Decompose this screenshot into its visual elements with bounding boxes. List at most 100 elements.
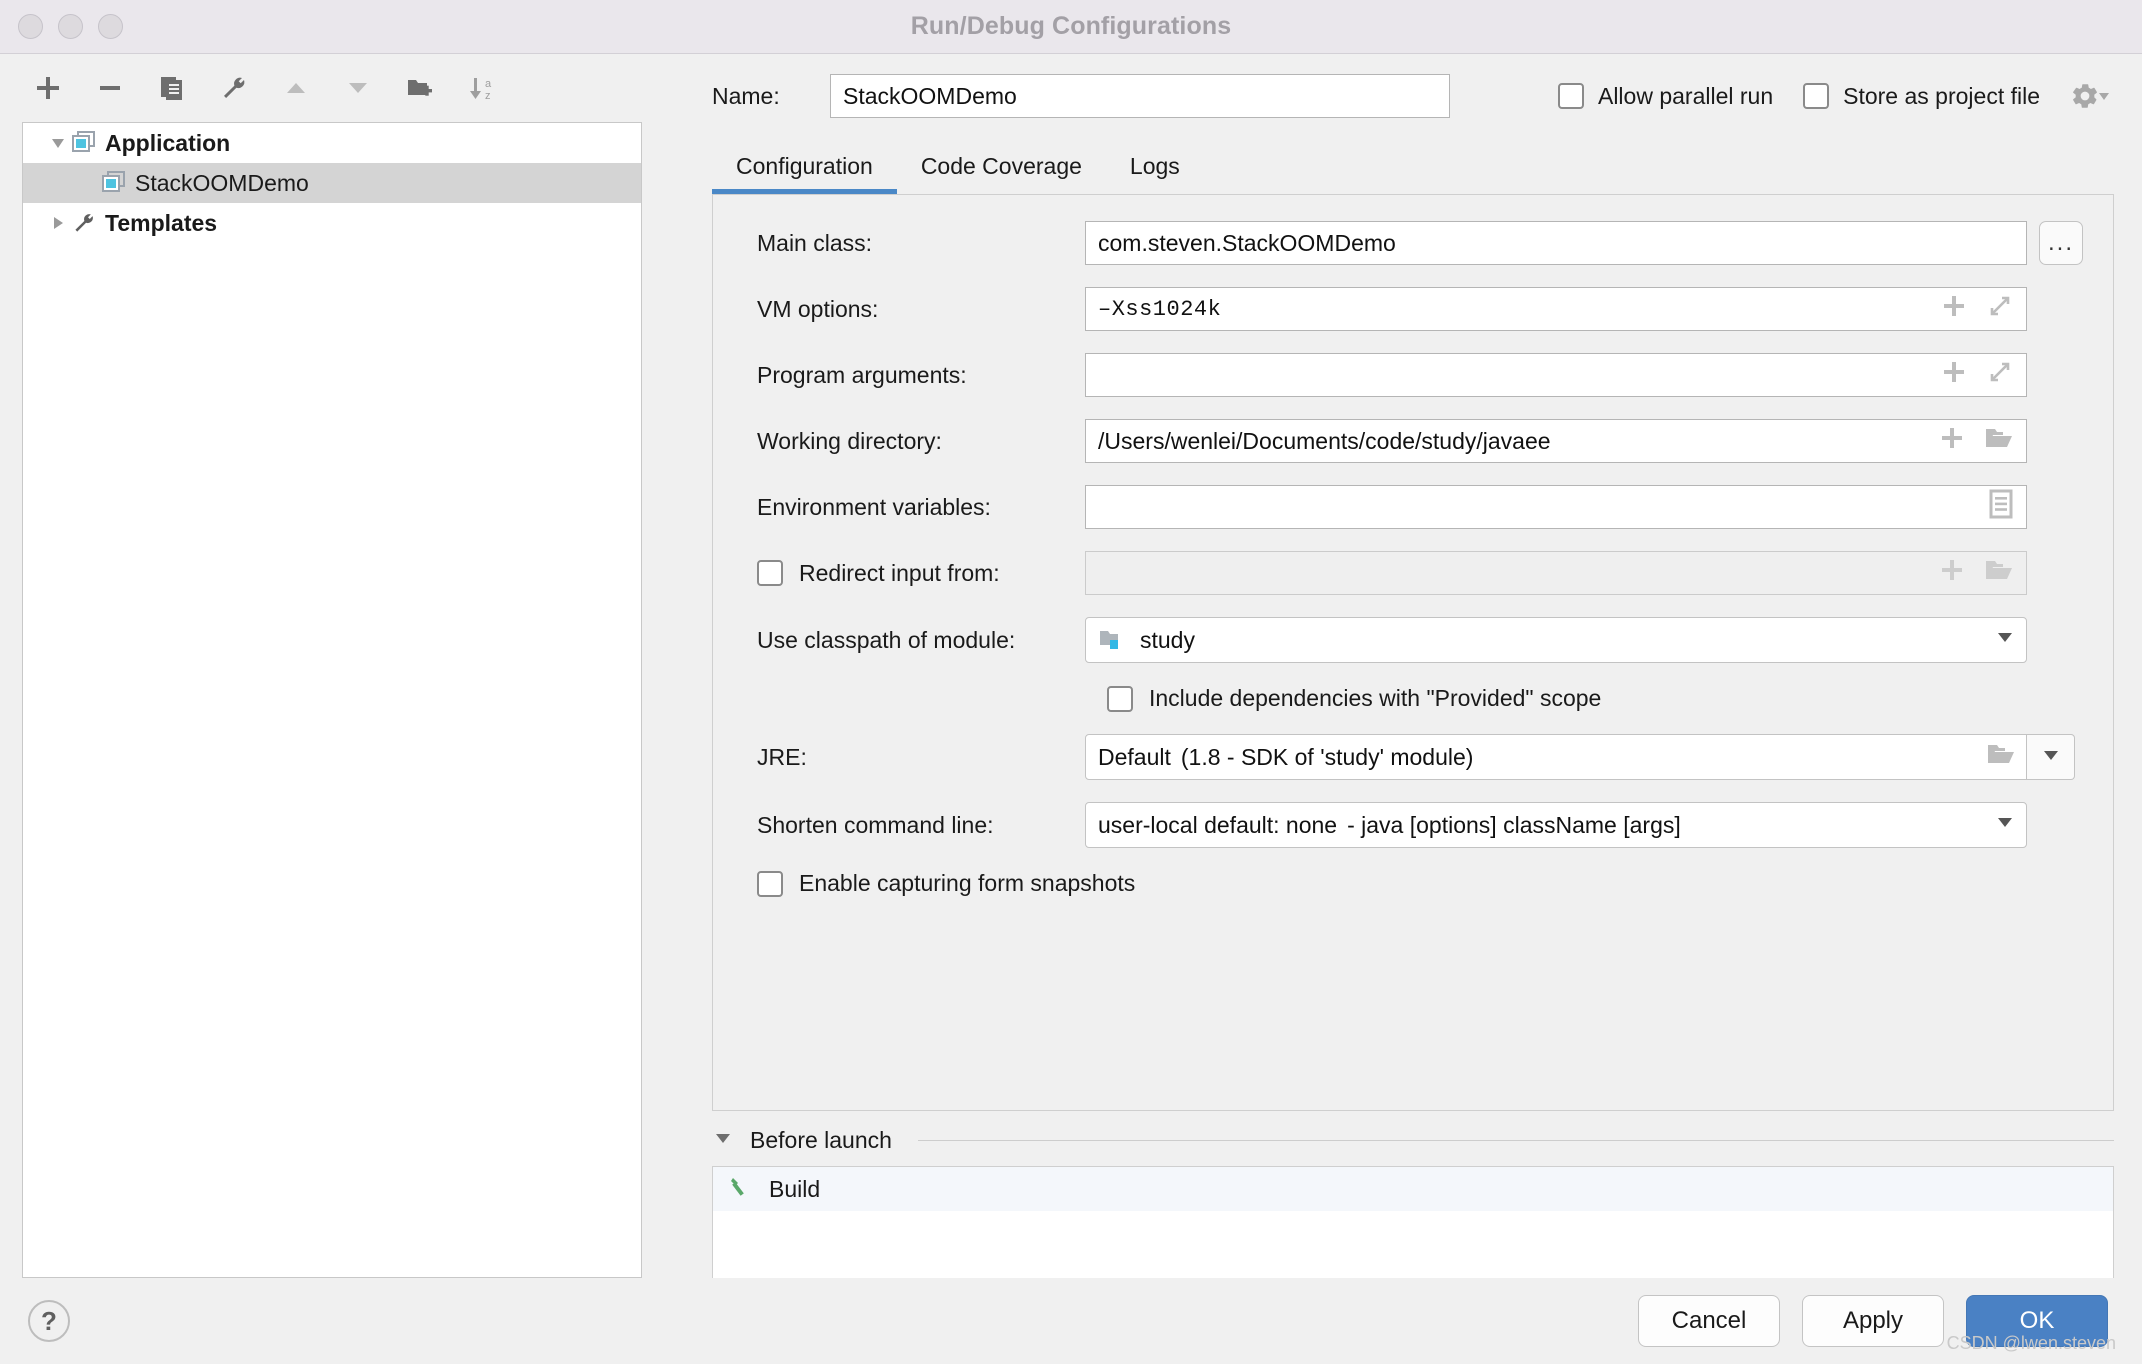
- program-arguments-input[interactable]: [1085, 353, 2027, 397]
- chevron-down-icon[interactable]: [1980, 626, 2016, 654]
- application-icon: [101, 171, 135, 195]
- main-class-value: com.steven.StackOOMDemo: [1098, 229, 1396, 256]
- expand-triangle-right-icon[interactable]: [45, 213, 71, 233]
- redirect-input-checkbox[interactable]: [757, 560, 783, 586]
- wrench-icon: [71, 211, 105, 235]
- gear-icon[interactable]: [2070, 81, 2110, 111]
- classpath-module-row: Use classpath of module: study: [735, 617, 2083, 663]
- module-folder-icon: [1098, 627, 1126, 653]
- tree-node-label: Templates: [105, 209, 218, 236]
- store-as-project-file-checkbox[interactable]: Store as project file: [1803, 83, 2040, 110]
- chevron-down-icon[interactable]: [1980, 811, 2016, 839]
- environment-variables-row: Environment variables:: [735, 485, 2083, 529]
- allow-parallel-run-label: Allow parallel run: [1597, 82, 1774, 109]
- list-icon[interactable]: [1988, 489, 2014, 525]
- main-class-browse-button[interactable]: ...: [2039, 221, 2083, 265]
- application-icon: [71, 131, 105, 155]
- classpath-module-combo[interactable]: study: [1085, 617, 2027, 663]
- include-provided-checkbox[interactable]: Include dependencies with "Provided" sco…: [1107, 685, 1601, 712]
- jre-dropdown-button[interactable]: [2027, 734, 2075, 780]
- name-row: Name: Allow parallel run Store as projec…: [670, 54, 2114, 138]
- tree-toolbar: a z: [0, 54, 670, 122]
- working-directory-value: /Users/wenlei/Documents/code/study/javae…: [1098, 427, 1551, 454]
- add-configuration-button[interactable]: [28, 68, 68, 108]
- help-button[interactable]: ?: [28, 1300, 70, 1342]
- before-launch-list[interactable]: Build: [712, 1166, 2114, 1278]
- folder-icon[interactable]: [1972, 741, 2016, 773]
- store-as-project-file-label: Store as project file: [1843, 82, 2040, 109]
- checkbox-box[interactable]: [1803, 83, 1830, 109]
- sort-alphabetically-button[interactable]: a z: [462, 68, 502, 108]
- before-launch-section: Before launch Build: [712, 1111, 2114, 1278]
- ellipsis-icon: ...: [2047, 229, 2074, 256]
- tree-node-templates[interactable]: Templates: [23, 203, 641, 243]
- configurations-tree[interactable]: Application StackOOMDemo Templates: [22, 122, 642, 1278]
- working-directory-label: Working directory:: [757, 427, 942, 454]
- remove-configuration-button[interactable]: [90, 68, 130, 108]
- configuration-editor-panel: Name: Allow parallel run Store as projec…: [670, 54, 2142, 1278]
- build-hammer-icon: [729, 1173, 755, 1205]
- move-up-button[interactable]: [276, 68, 316, 108]
- apply-button[interactable]: Apply: [1802, 1295, 1944, 1347]
- working-directory-input[interactable]: /Users/wenlei/Documents/code/study/javae…: [1085, 419, 2027, 463]
- environment-variables-input[interactable]: [1085, 485, 2027, 529]
- checkbox-box[interactable]: [1107, 685, 1133, 712]
- configuration-tab-panel: Main class: com.steven.StackOOMDemo ...: [712, 194, 2114, 1111]
- jre-label: JRE:: [757, 743, 807, 770]
- shorten-command-line-detail: - java [options] className [args]: [1347, 811, 1681, 838]
- classpath-module-label: Use classpath of module:: [757, 626, 1016, 653]
- program-arguments-row: Program arguments:: [735, 353, 2083, 397]
- redirect-input-row: Redirect input from:: [735, 551, 2083, 595]
- window-title: Run/Debug Configurations: [910, 12, 1232, 40]
- shorten-command-line-label: Shorten command line:: [757, 811, 994, 838]
- plus-icon[interactable]: [1940, 292, 1968, 327]
- expand-icon[interactable]: [1986, 292, 2014, 327]
- vm-options-label: VM options:: [757, 295, 879, 322]
- form-snapshots-row: Enable capturing form snapshots: [735, 870, 2083, 897]
- new-folder-button[interactable]: [400, 68, 440, 108]
- form-snapshots-checkbox[interactable]: Enable capturing form snapshots: [757, 870, 1135, 897]
- configurations-panel: a z Application StackOOMDemo Templates: [0, 54, 670, 1278]
- before-launch-item-build[interactable]: Build: [713, 1167, 2113, 1211]
- cancel-button[interactable]: Cancel: [1638, 1295, 1780, 1347]
- tab-code-coverage[interactable]: Code Coverage: [897, 153, 1106, 194]
- plus-icon[interactable]: [1938, 424, 1966, 458]
- edit-templates-wrench-icon[interactable]: [214, 68, 254, 108]
- expand-icon[interactable]: [1986, 358, 2014, 392]
- jre-combo[interactable]: Default (1.8 - SDK of 'study' module): [1085, 734, 2027, 780]
- before-launch-title: Before launch: [750, 1127, 892, 1153]
- move-down-button[interactable]: [338, 68, 378, 108]
- vm-options-input[interactable]: –Xss1024k: [1085, 287, 2027, 331]
- section-divider: [917, 1140, 2114, 1141]
- copy-configuration-button[interactable]: [152, 68, 192, 108]
- before-launch-collapse-icon[interactable]: [712, 1127, 734, 1154]
- name-input[interactable]: [830, 74, 1450, 118]
- tree-node-application[interactable]: Application: [23, 123, 641, 163]
- include-provided-row: Include dependencies with "Provided" sco…: [735, 685, 2083, 712]
- plus-icon[interactable]: [1938, 556, 1966, 590]
- checkbox-box[interactable]: [1557, 83, 1584, 109]
- checkbox-box[interactable]: [757, 870, 783, 897]
- main-class-input[interactable]: com.steven.StackOOMDemo: [1085, 221, 2027, 265]
- environment-variables-label: Environment variables:: [757, 493, 991, 520]
- tab-configuration[interactable]: Configuration: [712, 153, 897, 194]
- expand-triangle-down-icon[interactable]: [45, 133, 71, 153]
- shorten-command-line-combo[interactable]: user-local default: none - java [options…: [1085, 802, 2027, 848]
- window-titlebar: Run/Debug Configurations: [0, 0, 2142, 54]
- folder-icon[interactable]: [1984, 425, 2014, 457]
- folder-icon[interactable]: [1984, 557, 2014, 589]
- jre-row: JRE: Default (1.8 - SDK of 'study' modul…: [735, 734, 2083, 780]
- vm-options-row: VM options: –Xss1024k: [735, 287, 2083, 331]
- redirect-input-field[interactable]: [1085, 551, 2027, 595]
- plus-icon[interactable]: [1940, 358, 1968, 392]
- tree-node-stackoomdemo[interactable]: StackOOMDemo: [23, 163, 641, 203]
- svg-text:a: a: [485, 78, 492, 90]
- tree-node-label: StackOOMDemo: [135, 169, 309, 196]
- watermark: CSDN @lwen.steven: [1946, 1333, 2116, 1353]
- tab-logs[interactable]: Logs: [1106, 153, 1204, 194]
- working-directory-row: Working directory: /Users/wenlei/Documen…: [735, 419, 2083, 463]
- configuration-tabs: Configuration Code Coverage Logs: [670, 138, 2114, 194]
- allow-parallel-run-checkbox[interactable]: Allow parallel run: [1557, 82, 1774, 110]
- name-label: Name:: [712, 82, 780, 109]
- vm-options-value: –Xss1024k: [1098, 296, 1222, 322]
